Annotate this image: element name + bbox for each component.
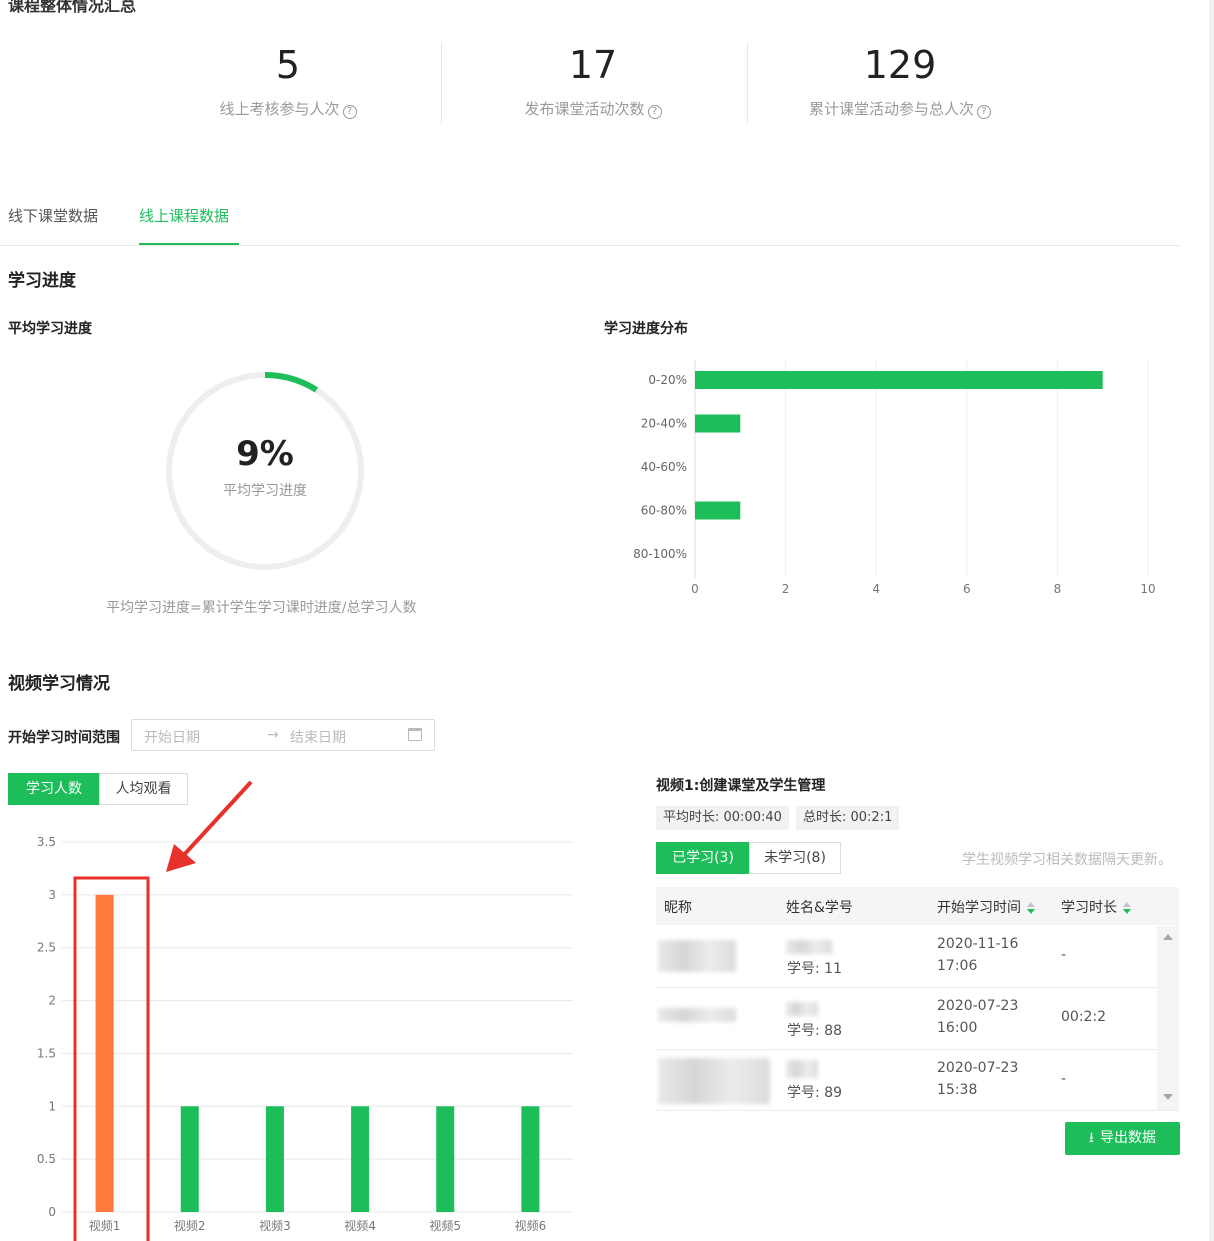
progress-dist-title: 学习进度分布	[604, 321, 688, 337]
progress-bar	[695, 501, 741, 520]
avg-progress-center: 9% 平均学习进度	[165, 434, 365, 500]
question-circle-icon[interactable]: ?	[342, 105, 357, 119]
export-data-button[interactable]: ⭳ 导出数据	[1065, 1122, 1180, 1155]
stat-participation: 129 累计课堂活动参与总人次?	[770, 40, 1030, 119]
y-category-label: 40-60%	[641, 460, 687, 474]
start-time: 17:06	[937, 958, 978, 974]
x-tick-label: 4	[872, 582, 880, 596]
video-bar	[351, 1106, 370, 1212]
scroll-down-icon[interactable]	[1163, 1094, 1173, 1100]
table-row: 学号: 88 2020-07-23 16:00 00:2:2	[656, 988, 1156, 1050]
stat-label: 发布课堂活动次数?	[493, 98, 693, 119]
stat-value: 17	[568, 43, 618, 87]
x-tick-label: 6	[963, 582, 971, 596]
duration: -	[1061, 947, 1067, 963]
col-name-id: 姓名&学号	[786, 900, 853, 916]
scroll-up-icon[interactable]	[1163, 934, 1173, 940]
stat-label: 累计课堂活动参与总人次?	[770, 98, 1030, 119]
x-category-label: 视频5	[429, 1218, 461, 1233]
stat-activities: 17 发布课堂活动次数?	[493, 40, 693, 119]
duration: 00:2:2	[1061, 1009, 1107, 1025]
y-category-label: 80-100%	[633, 547, 687, 561]
avg-progress-caption: 平均学习进度	[223, 483, 307, 499]
date-range-separator: →	[267, 727, 279, 743]
start-date: 2020-11-16	[937, 936, 1019, 952]
x-tick-label: 10	[1140, 582, 1155, 596]
total-duration-pill: 总时长: 00:2:1	[796, 806, 900, 830]
avg-progress-value: 9%	[236, 434, 294, 474]
stat-divider	[441, 42, 442, 124]
avg-duration-pill: 平均时长: 00:00:40	[656, 806, 789, 830]
sort-icon[interactable]	[1123, 902, 1131, 914]
col-duration[interactable]: 学习时长	[1061, 897, 1131, 917]
tab-not-learned[interactable]: 未学习(8)	[749, 842, 841, 874]
avg-progress-title: 平均学习进度	[8, 321, 92, 337]
video-bar	[436, 1106, 455, 1212]
student-id: 学号: 11	[787, 961, 842, 977]
date-range-picker[interactable]: 开始日期 → 结束日期	[131, 719, 435, 751]
table-header: 昵称 姓名&学号 开始学习时间 学习时长	[656, 887, 1179, 925]
start-date: 2020-07-23	[937, 998, 1019, 1014]
progress-distribution-chart: 0 2 4 6 8 10 0-20% 20-40% 40-60% 60-80% 80-100%	[633, 360, 1156, 596]
progress-bar	[695, 414, 741, 433]
x-tick-label: 8	[1054, 582, 1062, 596]
blurred-nickname	[658, 1008, 736, 1022]
tab-online-data[interactable]: 线上课程数据	[139, 205, 229, 226]
table-row: 学号: 89 2020-07-23 15:38 -	[656, 1050, 1156, 1112]
y-category-label: 20-40%	[641, 417, 687, 431]
progress-section-title: 学习进度	[8, 271, 76, 291]
section-title-cut: 课程整体情况汇总	[8, 0, 137, 15]
x-category-label: 视频6	[515, 1218, 547, 1233]
stat-online-exam: 5 线上考核参与人次?	[188, 40, 388, 119]
blurred-nickname	[658, 1058, 770, 1104]
duration: -	[1061, 1071, 1067, 1087]
stat-divider	[747, 42, 748, 124]
y-category-label: 60-80%	[641, 504, 687, 518]
stat-value: 5	[275, 43, 301, 87]
end-date-input[interactable]: 结束日期	[290, 727, 346, 747]
x-tick-label: 0	[691, 582, 699, 596]
blurred-nickname	[658, 940, 736, 972]
avg-progress-formula: 平均学习进度=累计学生学习课时进度/总学习人数	[106, 600, 417, 616]
annotation-arrow-line	[180, 780, 253, 859]
annotation-highlight-box	[73, 876, 150, 1241]
stat-value: 129	[863, 43, 937, 87]
video-section-title: 视频学习情况	[8, 674, 110, 694]
blurred-name	[786, 1002, 818, 1016]
y-category-label: 0-20%	[648, 373, 687, 387]
start-date-input[interactable]: 开始日期	[144, 727, 200, 747]
tab-offline-data[interactable]: 线下课堂数据	[8, 205, 98, 226]
start-date: 2020-07-23	[937, 1060, 1019, 1076]
date-range-label: 开始学习时间范围	[8, 730, 120, 746]
student-id: 学号: 89	[787, 1085, 842, 1101]
x-tick-label: 2	[782, 582, 790, 596]
question-circle-icon[interactable]: ?	[647, 105, 662, 119]
video-bar	[521, 1106, 540, 1212]
annotation-overlay	[73, 780, 253, 1241]
col-nickname: 昵称	[664, 900, 692, 916]
table-row: 学号: 11 2020-11-16 17:06 -	[656, 926, 1156, 988]
stat-label: 线上考核参与人次?	[188, 98, 388, 119]
update-note: 学生视频学习相关数据隔天更新。	[962, 852, 1172, 868]
page-scroll-edge	[1209, 0, 1214, 1241]
sort-icon[interactable]	[1027, 902, 1035, 914]
student-id: 学号: 88	[787, 1023, 842, 1039]
start-time: 15:38	[937, 1082, 978, 1098]
col-start-time[interactable]: 开始学习时间	[937, 897, 1035, 917]
x-category-label: 视频4	[344, 1218, 376, 1233]
table-bottom-border	[656, 1110, 1179, 1111]
tab-underline	[0, 245, 1180, 246]
table-scrollbar[interactable]	[1157, 926, 1179, 1110]
blurred-name	[786, 1060, 818, 1078]
tab-active-indicator	[139, 243, 239, 245]
calendar-icon[interactable]	[408, 728, 422, 741]
tab-learned[interactable]: 已学习(3)	[656, 842, 750, 874]
blurred-name	[786, 940, 832, 954]
start-time: 16:00	[937, 1020, 978, 1036]
question-circle-icon[interactable]: ?	[977, 105, 991, 119]
download-icon: ⭳	[1089, 1130, 1094, 1146]
video-detail-title: 视频1:创建课堂及学生管理	[656, 778, 826, 794]
progress-bar	[695, 371, 1103, 389]
